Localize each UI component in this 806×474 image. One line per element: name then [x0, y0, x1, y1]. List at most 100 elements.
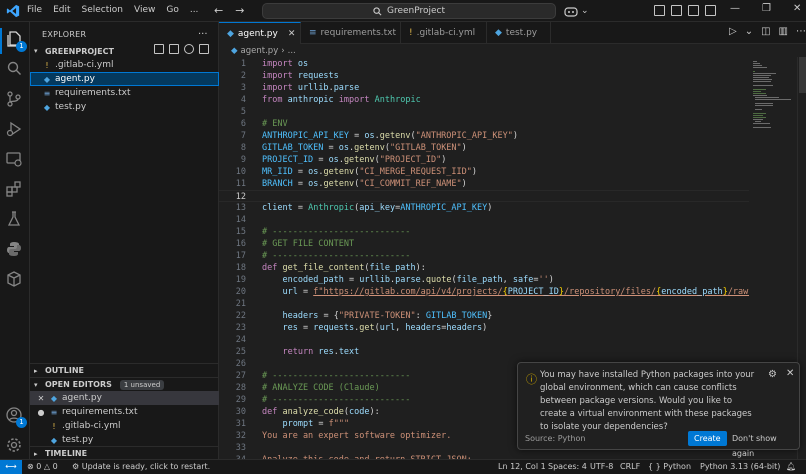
menu-selection[interactable]: Selection	[82, 5, 123, 15]
manage-activity[interactable]	[5, 436, 25, 456]
open-editor-requirements[interactable]: ● ≡ requirements.txt	[30, 405, 219, 419]
update-notice[interactable]: ⚙ Update is ready, click to restart.	[72, 462, 210, 471]
extensions-activity[interactable]	[5, 180, 25, 200]
explorer-more-actions[interactable]: ...	[198, 26, 208, 37]
menu-view[interactable]: View	[134, 5, 155, 15]
code-line[interactable]: 23 res = requests.get(url, headers=heade…	[219, 322, 749, 334]
code-line[interactable]: 16 # GET FILE CONTENT	[219, 238, 749, 250]
menu-go[interactable]: Go	[166, 5, 178, 15]
python-activity[interactable]	[5, 240, 25, 260]
code-line[interactable]: 25 return res.text	[219, 346, 749, 358]
new-file-icon[interactable]	[154, 44, 164, 54]
open-changes-icon[interactable]: ◫	[761, 26, 770, 37]
gear-icon[interactable]: ⚙	[768, 369, 777, 380]
toggle-secondary-sidebar-icon[interactable]	[705, 5, 716, 16]
more-actions-icon[interactable]: ⋯	[796, 26, 806, 37]
run-icon[interactable]: ▷	[729, 26, 737, 37]
minimize-icon[interactable]: —	[730, 3, 740, 14]
containers-activity[interactable]	[5, 270, 25, 290]
open-editor-test-py[interactable]: ◆ test.py	[30, 433, 219, 447]
open-editor-agent-py[interactable]: ✕ ◆ agent.py	[30, 391, 219, 405]
copilot-button[interactable]: ⌄	[564, 3, 592, 19]
python-interpreter[interactable]: Python 3.13 (64-bit)	[700, 462, 780, 471]
project-name: GREENPROJECT	[45, 46, 114, 56]
forward-arrow-icon[interactable]: →	[235, 4, 244, 17]
cursor-position[interactable]: Ln 12, Col 1	[498, 462, 546, 471]
create-button[interactable]: Create	[688, 431, 727, 446]
code-line[interactable]: 4 from anthropic import Anthropic	[219, 94, 749, 106]
code-line[interactable]: 1 import os	[219, 58, 749, 70]
code-line[interactable]: 22 headers = {"PRIVATE-TOKEN": GITLAB_TO…	[219, 310, 749, 322]
code-line[interactable]: 7 ANTHROPIC_API_KEY = os.getenv("ANTHROPI…	[219, 130, 749, 142]
code-line[interactable]: 21	[219, 298, 749, 310]
code-line[interactable]: 11 BRANCH = os.getenv("CI_COMMIT_REF_NAME…	[219, 178, 749, 190]
code-line[interactable]: 14	[219, 214, 749, 226]
testing-activity[interactable]	[5, 210, 25, 230]
chevron-down-icon[interactable]: ⌄	[745, 26, 753, 37]
tab-requirements[interactable]: ≡ requirements.txt	[301, 22, 401, 44]
breadcrumb-file[interactable]: agent.py	[241, 46, 279, 56]
customize-layout-icon[interactable]	[654, 5, 665, 16]
encoding[interactable]: UTF-8	[590, 462, 613, 471]
chevron-down-icon[interactable]: ⌄	[581, 6, 589, 16]
dont-show-again-button[interactable]: Don't show again	[727, 431, 799, 458]
code-line[interactable]: 20 url = f"https://gitlab.com/api/v4/pro…	[219, 286, 749, 298]
maximize-icon[interactable]: ❐	[762, 3, 771, 14]
file-agent-py[interactable]: ◆ agent.py	[30, 72, 219, 86]
code-line[interactable]: 9 PROJECT_ID = os.getenv("PROJECT_ID")	[219, 154, 749, 166]
new-folder-icon[interactable]	[169, 44, 179, 54]
code-line[interactable]: 24	[219, 334, 749, 346]
toggle-sidebar-icon[interactable]	[671, 5, 682, 16]
file-requirements[interactable]: ≡ requirements.txt	[30, 86, 219, 100]
open-editors-section-header[interactable]: ▾ OPEN EDITORS 1 unsaved	[30, 377, 219, 391]
breadcrumb-symbol[interactable]: ...	[288, 46, 296, 56]
close-icon[interactable]: ✕	[288, 29, 296, 39]
toggle-panel-icon[interactable]	[688, 5, 699, 16]
end-of-line[interactable]: CRLF	[620, 462, 640, 471]
remote-indicator[interactable]: ⟷	[0, 460, 22, 474]
collapse-all-icon[interactable]	[199, 44, 209, 54]
close-window-icon[interactable]: ✕	[793, 3, 801, 14]
notifications-bell-icon[interactable]: 🔔︎	[786, 462, 796, 471]
file-test-py[interactable]: ◆ test.py	[30, 100, 219, 114]
close-icon[interactable]: ✕	[36, 394, 46, 403]
source-control-activity[interactable]	[5, 90, 25, 110]
open-editor-gitlab-ci[interactable]: ! .gitlab-ci.yml	[30, 419, 219, 433]
command-center-search[interactable]: GreenProject	[262, 3, 556, 19]
back-arrow-icon[interactable]: ←	[214, 4, 223, 17]
code-line[interactable]: 12	[219, 190, 749, 202]
code-line[interactable]: 8 GITLAB_TOKEN = os.getenv("GITLAB_TOKEN"…	[219, 142, 749, 154]
code-line[interactable]: 2 import requests	[219, 70, 749, 82]
menu-more[interactable]: ...	[190, 5, 199, 15]
explorer-activity[interactable]: 1	[5, 30, 27, 52]
search-activity[interactable]	[5, 60, 25, 80]
run-debug-activity[interactable]	[5, 120, 25, 140]
code-line[interactable]: 15 # ---------------------------	[219, 226, 749, 238]
timeline-section-header[interactable]: ▸ TIMELINE	[30, 446, 219, 460]
tab-agent-py[interactable]: ◆ agent.py ✕	[219, 22, 301, 44]
scrollbar-thumb[interactable]	[799, 57, 806, 93]
menu-edit[interactable]: Edit	[53, 5, 70, 15]
code-line[interactable]: 18 def get_file_content(file_path):	[219, 262, 749, 274]
remote-explorer-activity[interactable]	[5, 150, 25, 170]
unsaved-dot-icon[interactable]: ●	[36, 408, 46, 417]
file-gitlab-ci[interactable]: ! .gitlab-ci.yml	[30, 58, 219, 72]
menu-file[interactable]: File	[27, 5, 42, 15]
code-line[interactable]: 19 encoded_path = urllib.parse.quote(fil…	[219, 274, 749, 286]
tab-test-py[interactable]: ◆ test.py	[487, 22, 551, 44]
code-line[interactable]: 3 import urllib.parse	[219, 82, 749, 94]
language-mode[interactable]: { } Python	[648, 462, 691, 471]
refresh-icon[interactable]	[184, 44, 194, 54]
outline-section-header[interactable]: ▸ OUTLINE	[30, 363, 219, 377]
code-line[interactable]: 10 MR_IID = os.getenv("CI_MERGE_REQUEST_I…	[219, 166, 749, 178]
code-line[interactable]: 17 # ---------------------------	[219, 250, 749, 262]
split-editor-icon[interactable]: ▥	[779, 26, 788, 37]
indentation[interactable]: Spaces: 4	[548, 462, 587, 471]
code-line[interactable]: 6 # ENV	[219, 118, 749, 130]
close-icon[interactable]: ✕	[786, 368, 794, 379]
code-line[interactable]: 5	[219, 106, 749, 118]
accounts-activity[interactable]: 1	[5, 406, 27, 428]
problems-indicator[interactable]: ⊗ 0 △ 0	[27, 462, 58, 471]
tab-gitlab-ci[interactable]: ! .gitlab-ci.yml	[401, 22, 487, 44]
code-line[interactable]: 13 client = Anthropic(api_key=ANTHROPIC_A…	[219, 202, 749, 214]
